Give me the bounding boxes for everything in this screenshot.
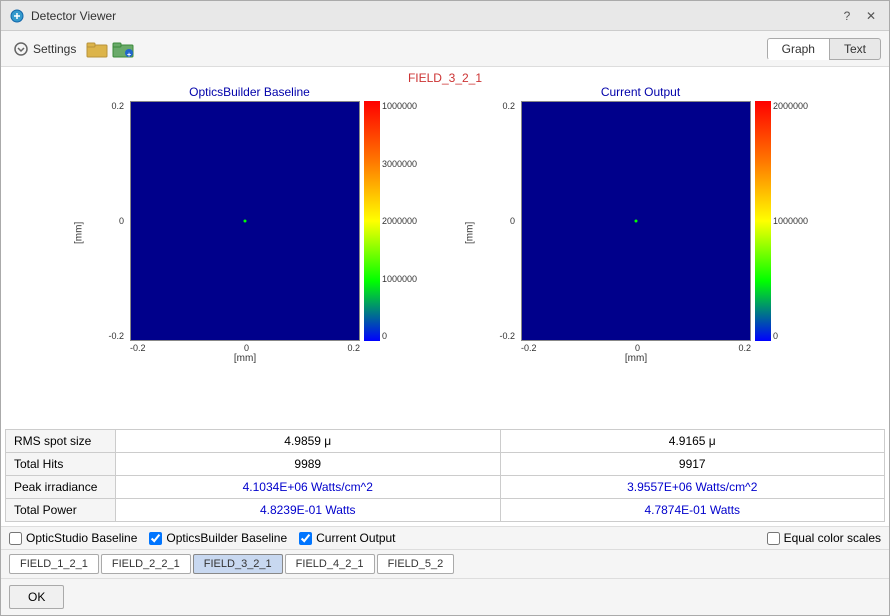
right-y-ticks: 0.2 0 -0.2 [489, 101, 517, 341]
left-x-ticks: -0.2 0 0.2 [130, 341, 360, 353]
settings-button[interactable]: Settings [9, 39, 80, 59]
svg-text:+: + [127, 52, 131, 58]
stats-left-value: 9989 [116, 453, 501, 476]
charts-row: OpticsBuilder Baseline [mm] 0.2 0 -0.2 [64, 85, 826, 425]
right-chart-with-ticks: 0.2 0 -0.2 2000000 [489, 101, 826, 364]
left-colorbar-gradient [364, 101, 380, 341]
folder-add-icon: + [112, 40, 134, 58]
left-colorbar: 1000000 3000000 2000000 1000000 0 [364, 101, 435, 341]
opticsbuilder-checkbox-item: OpticsBuilder Baseline [149, 531, 287, 545]
field-tabs-row: FIELD_1_2_1FIELD_2_2_1FIELD_3_2_1FIELD_4… [1, 549, 889, 578]
help-button[interactable]: ? [837, 6, 857, 26]
right-y-axis-label: [mm] [455, 101, 485, 364]
main-content: FIELD_3_2_1 OpticsBuilder Baseline [mm] … [1, 67, 889, 526]
bottom-row: OK [1, 578, 889, 615]
stats-label: Total Power [6, 499, 116, 522]
title-controls: ? ✕ [837, 6, 881, 26]
opticstudio-checkbox[interactable] [9, 532, 22, 545]
right-plot-area: 0.2 0 -0.2 2000000 [489, 101, 826, 341]
settings-chevron-icon [13, 41, 29, 57]
stats-right-value: 3.9557E+06 Watts/cm^2 [500, 476, 885, 499]
field-tab-field_1_2_1[interactable]: FIELD_1_2_1 [9, 554, 99, 574]
ok-button[interactable]: OK [9, 585, 64, 609]
right-colorbar: 2000000 1000000 0 [755, 101, 826, 341]
stats-row: Peak irradiance4.1034E+06 Watts/cm^23.95… [6, 476, 885, 499]
left-center-dot [244, 220, 247, 223]
right-colorbar-ticks: 2000000 1000000 0 [771, 101, 826, 341]
stats-table: RMS spot size4.9859 μ4.9165 μTotal Hits9… [5, 429, 885, 522]
stats-right-value: 9917 [500, 453, 885, 476]
left-chart-inner: [mm] 0.2 0 -0.2 [64, 101, 435, 364]
field-tab-field_4_2_1[interactable]: FIELD_4_2_1 [285, 554, 375, 574]
right-plot-box [521, 101, 751, 341]
field-tab-field_3_2_1[interactable]: FIELD_3_2_1 [193, 554, 283, 574]
left-plot-area: 0.2 0 -0.2 1000000 [98, 101, 435, 341]
checkboxes-left: OpticStudio Baseline OpticsBuilder Basel… [9, 531, 396, 545]
right-chart-title: Current Output [601, 85, 680, 99]
opticsbuilder-checkbox[interactable] [149, 532, 162, 545]
right-x-ticks: -0.2 0 0.2 [521, 341, 751, 353]
left-chart-title: OpticsBuilder Baseline [189, 85, 310, 99]
right-chart-container: Current Output [mm] 0.2 0 -0.2 [455, 85, 826, 364]
close-button[interactable]: ✕ [861, 6, 881, 26]
current-label: Current Output [316, 531, 395, 545]
right-center-dot [635, 220, 638, 223]
right-chart-inner: [mm] 0.2 0 -0.2 [455, 101, 826, 364]
main-window: Detector Viewer ? ✕ Settings [0, 0, 890, 616]
charts-area: FIELD_3_2_1 OpticsBuilder Baseline [mm] … [5, 71, 885, 425]
equal-color-label: Equal color scales [784, 531, 881, 545]
left-chart-container: OpticsBuilder Baseline [mm] 0.2 0 -0.2 [64, 85, 435, 364]
stats-row: Total Hits99899917 [6, 453, 885, 476]
text-tab-button[interactable]: Text [829, 38, 881, 60]
graph-tab-button[interactable]: Graph [767, 38, 829, 60]
settings-label: Settings [33, 42, 76, 56]
folder-icon [86, 40, 108, 58]
field-label: FIELD_3_2_1 [408, 71, 482, 85]
left-y-axis-label: [mm] [64, 101, 94, 364]
opticstudio-label: OpticStudio Baseline [26, 531, 137, 545]
left-x-axis-label: [mm] [130, 353, 360, 364]
open-folder-icon-btn[interactable] [86, 38, 108, 60]
window-title: Detector Viewer [31, 9, 116, 23]
opticsbuilder-label: OpticsBuilder Baseline [166, 531, 287, 545]
stats-right-value: 4.7874E-01 Watts [500, 499, 885, 522]
left-colorbar-ticks: 1000000 3000000 2000000 1000000 0 [380, 101, 435, 341]
left-y-ticks: 0.2 0 -0.2 [98, 101, 126, 341]
view-toggle: Graph Text [767, 38, 881, 60]
stats-label: Peak irradiance [6, 476, 116, 499]
stats-label: Total Hits [6, 453, 116, 476]
stats-row: RMS spot size4.9859 μ4.9165 μ [6, 430, 885, 453]
checkboxes-row: OpticStudio Baseline OpticsBuilder Basel… [1, 526, 889, 549]
stats-left-value: 4.1034E+06 Watts/cm^2 [116, 476, 501, 499]
left-chart-with-ticks: 0.2 0 -0.2 1000000 [98, 101, 435, 364]
right-colorbar-gradient [755, 101, 771, 341]
stats-left-value: 4.8239E-01 Watts [116, 499, 501, 522]
app-icon [9, 8, 25, 24]
left-plot-box [130, 101, 360, 341]
current-checkbox[interactable] [299, 532, 312, 545]
field-tab-field_2_2_1[interactable]: FIELD_2_2_1 [101, 554, 191, 574]
current-checkbox-item: Current Output [299, 531, 395, 545]
checkboxes-right: Equal color scales [767, 531, 881, 545]
stats-right-value: 4.9165 μ [500, 430, 885, 453]
equal-color-checkbox[interactable] [767, 532, 780, 545]
stats-left-value: 4.9859 μ [116, 430, 501, 453]
toolbar-left: Settings + [9, 38, 134, 60]
title-left: Detector Viewer [9, 8, 116, 24]
add-icon-btn[interactable]: + [112, 38, 134, 60]
toolbar-icons: + [86, 38, 134, 60]
toolbar: Settings + [1, 31, 889, 67]
stats-row: Total Power4.8239E-01 Watts4.7874E-01 Wa… [6, 499, 885, 522]
right-x-axis-label: [mm] [521, 353, 751, 364]
opticstudio-checkbox-item: OpticStudio Baseline [9, 531, 137, 545]
title-bar: Detector Viewer ? ✕ [1, 1, 889, 31]
stats-label: RMS spot size [6, 430, 116, 453]
field-tab-field_5_2[interactable]: FIELD_5_2 [377, 554, 455, 574]
